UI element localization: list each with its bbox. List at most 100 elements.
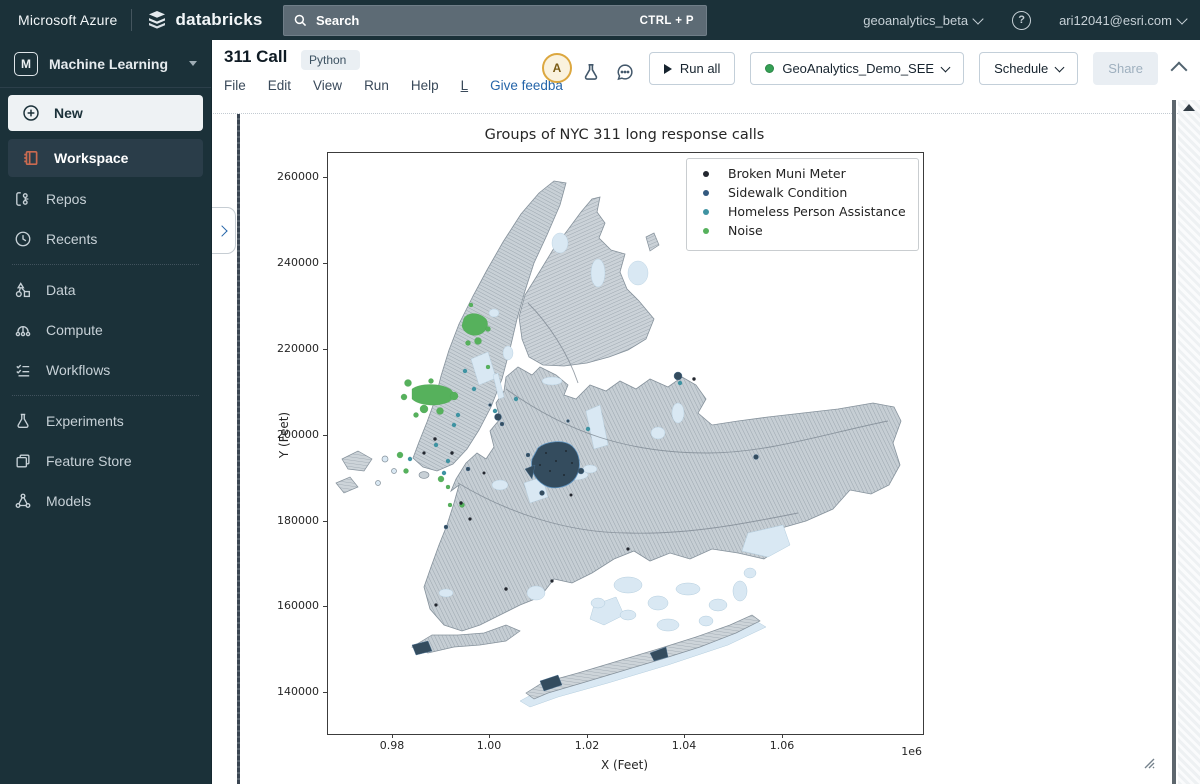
databricks-app: Microsoft Azure databricks Search CTRL +…	[0, 0, 1200, 784]
y-axis-label: Y (Feet)	[277, 412, 291, 458]
cluster-arch-icon	[14, 321, 32, 339]
graph-nodes-icon	[14, 492, 32, 510]
sidebar-divider	[0, 87, 211, 88]
plus-circle-icon	[22, 104, 40, 122]
help-icon[interactable]: ?	[1012, 11, 1031, 30]
play-icon	[664, 64, 672, 74]
plot-output: Groups of NYC 311 long response calls 26…	[241, 121, 1176, 781]
notebook-title: 311 Call	[224, 47, 287, 67]
machine-learning-badge-icon: M	[14, 52, 38, 76]
sidebar-item-data[interactable]: Data	[0, 270, 211, 310]
menu-run[interactable]: Run	[364, 78, 389, 93]
y-tick-label: 220000	[241, 342, 319, 355]
chart-legend: Broken Muni Meter Sidewalk Condition Hom…	[686, 158, 919, 251]
rockaway-strip	[526, 615, 760, 699]
cell-left-border	[237, 114, 240, 784]
legend-marker-noise	[703, 228, 709, 234]
last-edit-truncated: L	[461, 78, 469, 93]
notebook-content: Groups of NYC 311 long response calls 26…	[211, 114, 1200, 784]
sidebar-item-workspace[interactable]: Workspace	[8, 139, 203, 177]
chevron-down-icon	[1176, 13, 1187, 24]
language-selector[interactable]: Python	[301, 50, 360, 70]
workspace-switcher[interactable]: geoanalytics_beta	[863, 13, 982, 28]
chevron-down-icon	[1055, 62, 1065, 72]
flask-icon	[14, 412, 32, 430]
y-tick-label: 180000	[241, 514, 319, 527]
x-tick-label: 1.04	[654, 739, 714, 752]
x-tick-label: 1.00	[459, 739, 519, 752]
x-tick-label: 1.02	[557, 739, 617, 752]
x-tick-label: 1.06	[752, 739, 812, 752]
sidebar-item-compute[interactable]: Compute	[0, 310, 211, 350]
search-placeholder: Search	[316, 13, 359, 28]
clock-icon	[14, 230, 32, 248]
sidebar-item-experiments[interactable]: Experiments	[0, 401, 211, 441]
persona-switcher[interactable]: M Machine Learning	[0, 40, 211, 87]
legend-marker-homeless-person-assistance	[703, 209, 709, 215]
x-tick-label: 0.98	[362, 739, 422, 752]
y-tick-label: 160000	[241, 599, 319, 612]
comments-icon[interactable]	[615, 62, 635, 82]
scrollbar-track[interactable]	[1178, 100, 1200, 784]
sidebar-item-recents[interactable]: Recents	[0, 219, 211, 259]
cluster-running-status-icon	[765, 64, 774, 73]
experiment-flask-icon[interactable]	[581, 62, 601, 82]
schedule-button[interactable]: Schedule	[979, 52, 1078, 85]
axis-offset-text: 1e6	[872, 745, 922, 758]
menu-help[interactable]: Help	[411, 78, 439, 93]
search-icon	[293, 13, 308, 28]
stacked-squares-icon	[14, 452, 32, 470]
topbar-divider	[131, 9, 132, 31]
legend-marker-sidewalk-condition	[703, 190, 709, 196]
sidebar-divider	[12, 395, 199, 396]
x-axis-label: X (Feet)	[327, 758, 922, 772]
output-resize-handle[interactable]	[1141, 755, 1157, 771]
legend-marker-broken-muni-meter	[703, 171, 709, 177]
caret-down-icon	[189, 61, 197, 66]
sidebar-item-new[interactable]: New	[8, 95, 203, 131]
y-axis-label-wrap: Y (Feet)	[259, 410, 309, 460]
checklist-icon	[14, 361, 32, 379]
topbar-right-group: geoanalytics_beta ? ari12041@esri.com	[863, 0, 1186, 40]
chart-title: Groups of NYC 311 long response calls	[327, 127, 922, 143]
share-button[interactable]: Share	[1093, 52, 1158, 85]
brooklyn-queens-landmass	[424, 367, 901, 631]
menu-file[interactable]: File	[224, 78, 246, 93]
scroll-up-arrow-icon[interactable]	[1183, 104, 1195, 111]
databricks-wordmark: databricks	[175, 10, 262, 30]
sidebar-item-repos[interactable]: Repos	[0, 179, 211, 219]
sidebar-item-workflows[interactable]: Workflows	[0, 350, 211, 390]
legend-item: Homeless Person Assistance	[687, 202, 918, 221]
sidebar-item-feature-store[interactable]: Feature Store	[0, 441, 211, 481]
azure-brand: Microsoft Azure	[18, 12, 117, 28]
chevron-down-icon	[941, 62, 951, 72]
databricks-logo-icon	[146, 9, 168, 31]
top-bar: Microsoft Azure databricks Search CTRL +…	[0, 0, 1200, 40]
repo-branch-icon	[14, 190, 32, 208]
avatar[interactable]: A	[542, 53, 572, 83]
sidebar: M Machine Learning New Workspace	[0, 40, 212, 784]
legend-item: Noise	[687, 221, 918, 240]
notebook-header: 311 Call Python File Edit View Run Help …	[211, 40, 1200, 114]
expand-panel-button[interactable]	[211, 207, 236, 254]
global-search-input[interactable]: Search CTRL + P	[283, 5, 707, 36]
workspace-notebook-icon	[22, 149, 40, 167]
y-tick-label: 240000	[241, 256, 319, 269]
y-tick-label: 140000	[241, 685, 319, 698]
search-shortcut: CTRL + P	[640, 15, 694, 27]
menu-edit[interactable]: Edit	[268, 78, 291, 93]
notebook-menubar: File Edit View Run Help L Give feedba	[224, 78, 563, 93]
sidebar-item-models[interactable]: Models	[0, 481, 211, 521]
chevron-right-icon	[216, 225, 227, 236]
shapes-icon	[14, 281, 32, 299]
legend-item: Sidewalk Condition	[687, 183, 918, 202]
legend-item: Broken Muni Meter	[687, 164, 918, 183]
scrollbar-thumb[interactable]	[1172, 100, 1176, 784]
cluster-selector-button[interactable]: GeoAnalytics_Demo_SEE	[750, 52, 964, 85]
run-all-button[interactable]: Run all	[649, 52, 735, 85]
collapse-header-chevron-up-icon[interactable]	[1171, 62, 1188, 79]
user-account-menu[interactable]: ari12041@esri.com	[1059, 13, 1186, 28]
notebook-toolbar: Run all GeoAnalytics_Demo_SEE Schedule S…	[649, 52, 1158, 85]
sidebar-divider	[12, 264, 199, 265]
menu-view[interactable]: View	[313, 78, 342, 93]
